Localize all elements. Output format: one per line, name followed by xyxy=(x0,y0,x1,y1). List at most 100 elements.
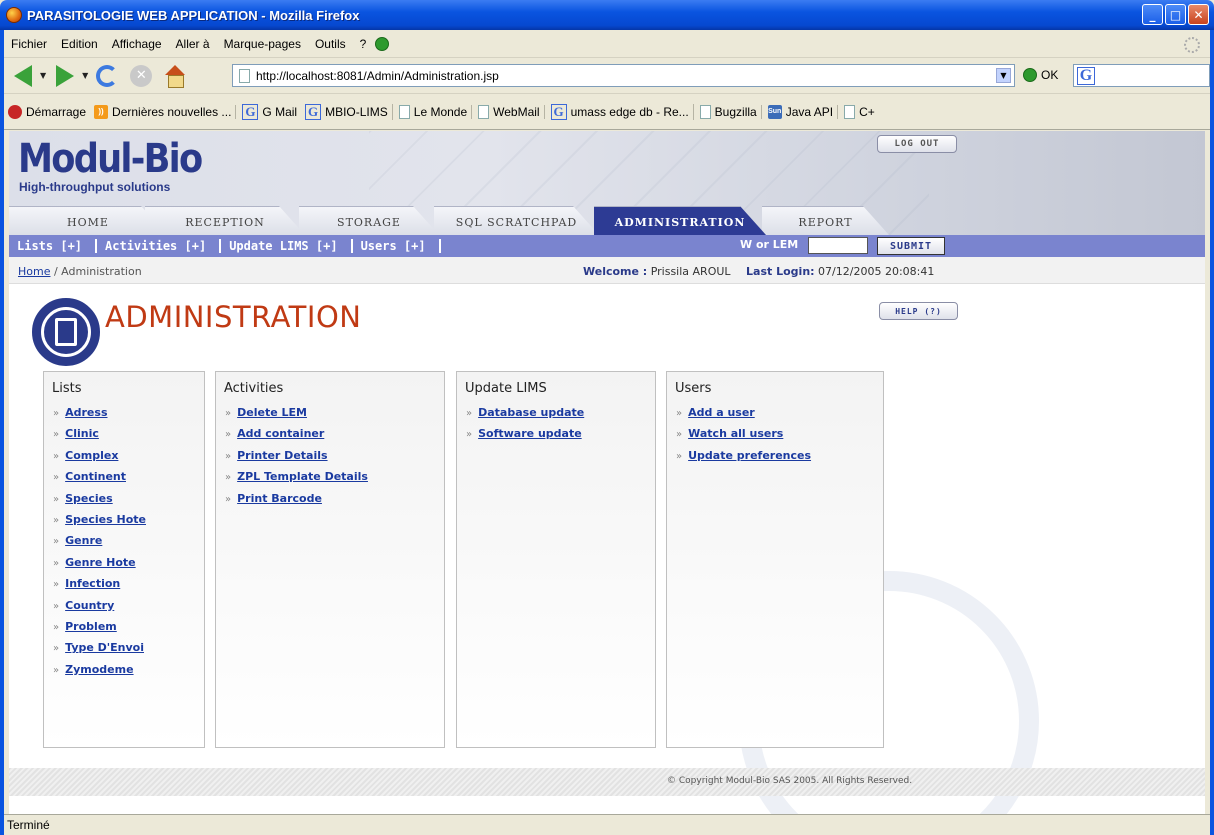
bookmark-umass-edge[interactable]: Gumass edge db - Re... xyxy=(550,103,694,120)
reload-button[interactable] xyxy=(92,61,122,91)
web-page: Modul-Bio High-throughput solutions LOG … xyxy=(9,131,1205,814)
panel-link[interactable]: Complex xyxy=(65,449,118,462)
bullet-icon: » xyxy=(676,429,683,441)
bookmark-dernieres-nouvelles[interactable]: )) Dernières nouvelles ... xyxy=(94,104,237,119)
back-button[interactable] xyxy=(8,61,38,91)
tab-administration[interactable]: ADMINISTRATION xyxy=(594,206,766,235)
list-item: » Country xyxy=(53,599,146,620)
panel-link[interactable]: Clinic xyxy=(65,427,99,440)
menu-lists[interactable]: Lists [+] xyxy=(9,239,98,253)
last-login-label: Last Login: xyxy=(746,265,815,278)
menu-edition[interactable]: Edition xyxy=(61,37,98,51)
list-item: » ZPL Template Details xyxy=(225,470,368,491)
list-item: » Complex xyxy=(53,449,146,470)
panel-link[interactable]: Genre xyxy=(65,534,102,547)
go-button[interactable]: OK xyxy=(1023,68,1058,82)
minimize-button[interactable]: _ xyxy=(1142,4,1163,25)
panel-link[interactable]: Add container xyxy=(237,427,324,440)
bookmark-mbio-lims[interactable]: G MBIO-LIMS xyxy=(305,103,393,120)
panel-link[interactable]: Species xyxy=(65,492,113,505)
menu-affichage[interactable]: Affichage xyxy=(112,37,162,51)
bullet-icon: » xyxy=(225,450,232,462)
list-item: » Print Barcode xyxy=(225,492,368,513)
panel-link[interactable]: Adress xyxy=(65,406,107,419)
menu-aller-a[interactable]: Aller à xyxy=(176,37,210,51)
site-logo[interactable]: Modul-Bio xyxy=(18,139,203,179)
bookmark-demarrage[interactable]: Démarrage xyxy=(8,104,90,119)
breadcrumb-home-link[interactable]: Home xyxy=(18,265,50,278)
welcome-info: Welcome : Prissila AROUL Last Login: 07/… xyxy=(583,265,934,278)
panel-link[interactable]: Infection xyxy=(65,577,120,590)
tab-sql-scratchpad[interactable]: SQL SCRATCHPAD xyxy=(434,206,599,235)
bookmark-webmail[interactable]: WebMail xyxy=(478,104,545,119)
back-arrow-icon xyxy=(14,64,32,87)
panel-link[interactable]: ZPL Template Details xyxy=(237,470,368,483)
bullet-icon: » xyxy=(53,643,60,655)
panel-link[interactable]: Database update xyxy=(478,406,584,419)
google-search-icon[interactable]: G xyxy=(1077,66,1095,85)
panel-link[interactable]: Genre Hote xyxy=(65,556,136,569)
go-icon xyxy=(1023,68,1037,82)
panel-link[interactable]: Watch all users xyxy=(688,427,783,440)
bookmark-java-api[interactable]: Sun Java API xyxy=(767,104,839,119)
menu-activities[interactable]: Activities [+] xyxy=(97,239,222,253)
stop-button[interactable]: ✕ xyxy=(126,61,156,91)
bookmarks-toolbar: Démarrage )) Dernières nouvelles ... GG M… xyxy=(4,94,1210,130)
bullet-icon: » xyxy=(53,579,60,591)
menu-marque-pages[interactable]: Marque-pages xyxy=(224,37,301,51)
panel-link[interactable]: Type D'Envoi xyxy=(65,641,144,654)
menu-fichier[interactable]: Fichier xyxy=(11,37,47,51)
url-bar[interactable]: ▼ xyxy=(232,64,1015,87)
panel-link[interactable]: Country xyxy=(65,599,114,612)
bookmark-le-monde[interactable]: Le Monde xyxy=(398,104,473,119)
panel-link[interactable]: Update preferences xyxy=(688,449,811,462)
status-text: Terminé xyxy=(7,818,50,832)
stop-icon: ✕ xyxy=(130,64,153,87)
panel-link[interactable]: Species Hote xyxy=(65,513,146,526)
help-button[interactable]: HELP (?) xyxy=(879,302,958,320)
page-icon xyxy=(398,104,410,119)
bookmark-bugzilla[interactable]: Bugzilla xyxy=(699,104,762,119)
close-button[interactable]: ✕ xyxy=(1188,4,1209,25)
panel-link[interactable]: Printer Details xyxy=(237,449,327,462)
url-input[interactable] xyxy=(256,68,986,83)
menu-users[interactable]: Users [+] xyxy=(353,239,441,253)
wlem-input[interactable] xyxy=(808,237,868,254)
google-icon: G xyxy=(305,103,322,120)
breadcrumb-bar: Home / Administration Welcome : Prissila… xyxy=(9,257,1205,284)
menu-outils[interactable]: Outils xyxy=(315,37,346,51)
panel-link[interactable]: Continent xyxy=(65,470,126,483)
panel-link[interactable]: Print Barcode xyxy=(237,492,322,505)
tab-storage[interactable]: STORAGE xyxy=(299,206,439,235)
url-dropdown-icon[interactable]: ▼ xyxy=(996,68,1011,83)
back-history-dropdown-icon[interactable]: ▼ xyxy=(40,71,46,80)
list-item: » Species xyxy=(53,492,146,513)
panel-link[interactable]: Delete LEM xyxy=(237,406,307,419)
tab-home[interactable]: HOME xyxy=(9,206,167,235)
panel-link[interactable]: Software update xyxy=(478,427,582,440)
search-box[interactable]: G xyxy=(1073,64,1210,87)
panel-link[interactable]: Zymodeme xyxy=(65,663,133,676)
tab-report[interactable]: REPORT xyxy=(762,206,889,235)
list-item: » Adress xyxy=(53,406,146,427)
menu-update-lims[interactable]: Update LIMS [+] xyxy=(221,239,353,253)
forward-button[interactable] xyxy=(50,61,80,91)
submit-button[interactable]: SUBMIT xyxy=(877,237,945,255)
panel-link[interactable]: Problem xyxy=(65,620,117,633)
bookmark-label: G Mail xyxy=(262,104,298,119)
tab-reception[interactable]: RECEPTION xyxy=(145,206,305,235)
menu-help[interactable]: ? xyxy=(360,37,367,51)
logout-button[interactable]: LOG OUT xyxy=(877,135,957,153)
panel-link[interactable]: Add a user xyxy=(688,406,755,419)
bullet-icon: » xyxy=(225,408,232,419)
home-button[interactable] xyxy=(160,61,190,91)
bookmark-c-plus[interactable]: C+ xyxy=(844,104,879,119)
forward-history-dropdown-icon[interactable]: ▼ xyxy=(82,71,88,80)
update-icon[interactable] xyxy=(375,36,390,51)
panel-lists: Lists » Adress » Clinic » Complex » Continent » S… xyxy=(43,371,205,748)
bullet-icon: » xyxy=(53,557,60,569)
page-icon xyxy=(844,104,856,119)
bullet-icon: » xyxy=(53,664,60,676)
bookmark-gmail[interactable]: GG Mail xyxy=(242,103,301,120)
maximize-button[interactable]: □ xyxy=(1165,4,1186,25)
